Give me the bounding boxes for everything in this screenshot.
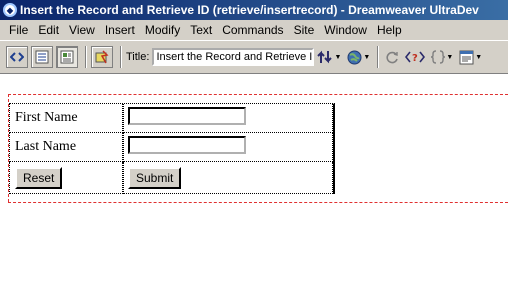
form-outline: [8, 202, 508, 203]
menu-insert[interactable]: Insert: [100, 23, 140, 37]
menu-site[interactable]: Site: [289, 23, 320, 37]
menu-bar: File Edit View Insert Modify Text Comman…: [0, 20, 508, 40]
split-view-icon[interactable]: [31, 46, 53, 68]
design-view-canvas[interactable]: First Name Last Name Reset Submit: [0, 75, 508, 292]
menu-commands[interactable]: Commands: [217, 23, 288, 37]
menu-file[interactable]: File: [4, 23, 33, 37]
table-row: Last Name: [9, 133, 333, 162]
view-options-icon[interactable]: ▼: [456, 46, 485, 68]
menu-view[interactable]: View: [64, 23, 100, 37]
refresh-icon[interactable]: [383, 46, 402, 68]
first-name-label: First Name: [9, 104, 123, 133]
title-label: Title:: [126, 51, 150, 63]
reference-icon[interactable]: ?: [402, 46, 428, 68]
window-title: Insert the Record and Retrieve ID (retri…: [20, 3, 479, 17]
dreamweaver-app-icon[interactable]: ◆: [3, 3, 17, 17]
menu-modify[interactable]: Modify: [140, 23, 185, 37]
last-name-label: Last Name: [9, 133, 123, 162]
last-name-field[interactable]: [128, 135, 246, 154]
first-name-field[interactable]: [128, 106, 246, 125]
table-cell: [123, 133, 333, 162]
table-cell: Reset: [9, 162, 123, 194]
form-table[interactable]: First Name Last Name Reset Submit: [9, 103, 335, 194]
toolbar-separator: [85, 46, 87, 68]
toolbar-separator: [120, 46, 122, 68]
svg-text:?: ?: [412, 53, 418, 64]
menu-window[interactable]: Window: [319, 23, 372, 37]
live-data-icon[interactable]: [91, 46, 113, 68]
form-outline: [8, 94, 508, 95]
table-row: First Name: [9, 104, 333, 133]
preview-browser-icon[interactable]: ▼: [344, 46, 373, 68]
submit-button[interactable]: Submit: [128, 166, 182, 189]
reset-button[interactable]: Reset: [15, 166, 63, 189]
design-view-icon[interactable]: [56, 46, 78, 68]
menu-text[interactable]: Text: [185, 23, 217, 37]
menu-help[interactable]: Help: [372, 23, 407, 37]
title-bar: ◆ Insert the Record and Retrieve ID (ret…: [0, 0, 508, 20]
page-title-field[interactable]: Insert the Record and Retrieve ID: [152, 48, 315, 66]
table-cell: Submit: [123, 162, 333, 194]
toolbar-separator: [377, 46, 380, 68]
code-navigation-icon[interactable]: ▼: [428, 46, 456, 68]
menu-edit[interactable]: Edit: [33, 23, 64, 37]
file-management-icon[interactable]: ▼: [314, 46, 344, 68]
table-cell: [123, 104, 333, 133]
code-view-icon[interactable]: [6, 46, 28, 68]
document-toolbar: Title: Insert the Record and Retrieve ID…: [0, 40, 508, 74]
table-row: Reset Submit: [9, 162, 333, 194]
